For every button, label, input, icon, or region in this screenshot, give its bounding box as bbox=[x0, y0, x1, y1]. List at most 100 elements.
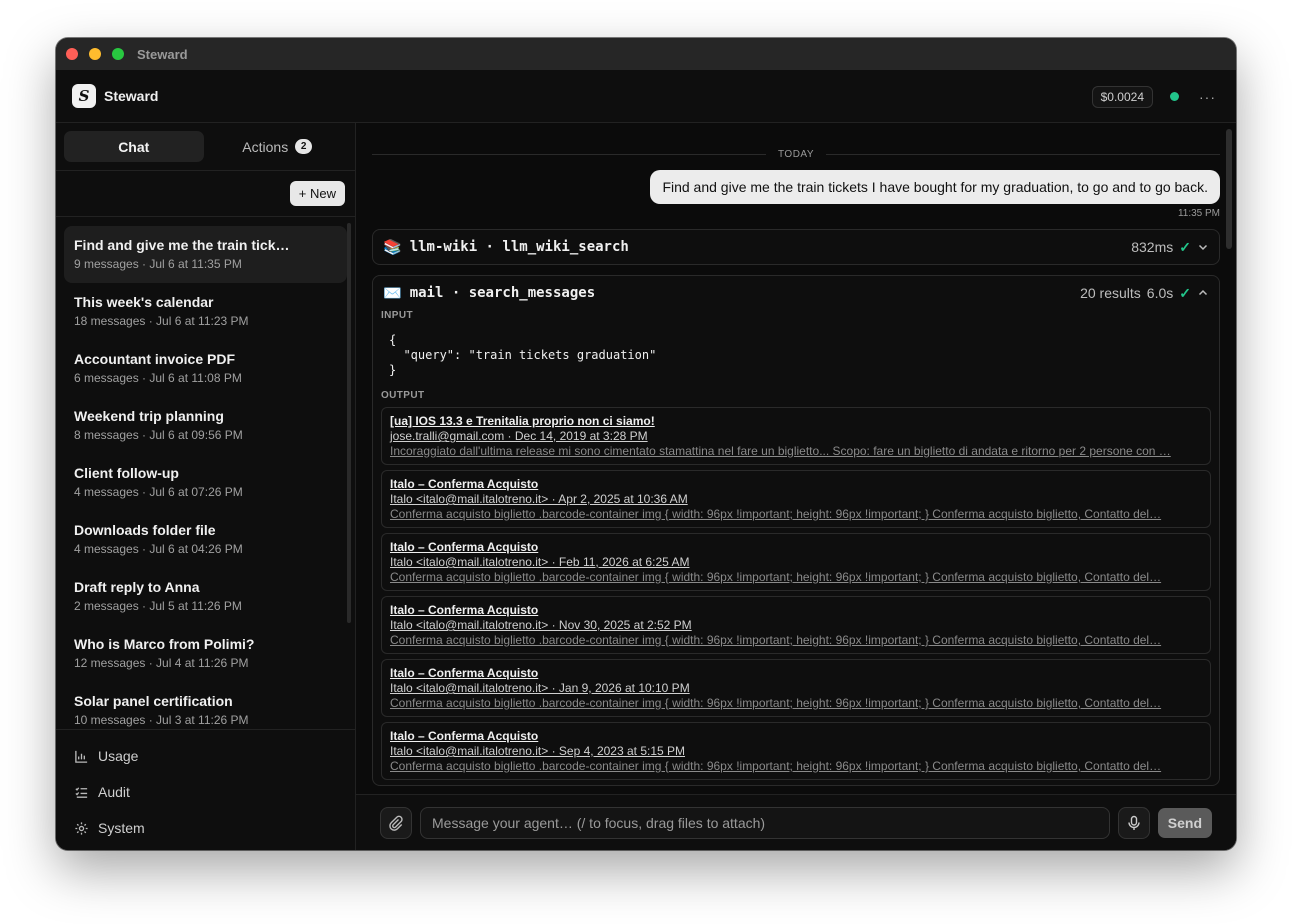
conversation-title: Weekend trip planning bbox=[74, 408, 224, 424]
app-window: Steward S Steward $0.0024 ··· Chat Actio… bbox=[56, 38, 1236, 850]
chevron-down-icon[interactable] bbox=[1197, 241, 1209, 253]
tool-call-name: mail · search_messages bbox=[409, 285, 596, 301]
conversation-item[interactable]: Client follow-up 4 messages · Jul 6 at 07… bbox=[64, 454, 347, 511]
window-title: Steward bbox=[137, 46, 188, 62]
email-result-item[interactable]: Italo – Conferma Acquisto Italo <italo@ma… bbox=[381, 596, 1211, 654]
email-result-item[interactable]: Italo – Conferma Acquisto Italo <italo@ma… bbox=[381, 722, 1211, 780]
email-meta: Italo <italo@mail.italotreno.it> · Apr 2… bbox=[390, 492, 688, 506]
sidebar-item-label: System bbox=[98, 820, 145, 836]
composer: Message your agent… (/ to focus, drag fi… bbox=[356, 794, 1236, 850]
microphone-icon bbox=[1128, 815, 1140, 830]
success-check-icon: ✓ bbox=[1179, 238, 1191, 255]
app-name: Steward bbox=[104, 88, 159, 104]
email-meta: Italo <italo@mail.italotreno.it> · Feb 1… bbox=[390, 555, 690, 569]
conversation-item[interactable]: Downloads folder file 4 messages · Jul 6 … bbox=[64, 511, 347, 568]
gear-icon bbox=[75, 821, 88, 835]
email-snippet: Incoraggiato dall'ultima release mi sono… bbox=[390, 444, 1171, 458]
sidebar-item-audit[interactable]: Audit bbox=[56, 774, 355, 810]
app-header: S Steward $0.0024 ··· bbox=[56, 70, 1236, 123]
zoom-window-button[interactable] bbox=[112, 48, 124, 60]
email-snippet: Conferma acquisto biglietto .barcode-con… bbox=[390, 759, 1162, 773]
message-timestamp: 11:35 PM bbox=[1177, 208, 1220, 219]
tab-actions[interactable]: Actions 2 bbox=[208, 131, 348, 162]
email-result-item[interactable]: Italo – Conferma Acquisto Italo <italo@ma… bbox=[381, 470, 1211, 528]
tab-actions-label: Actions bbox=[242, 138, 289, 155]
attach-button[interactable] bbox=[380, 806, 412, 839]
email-subject: Italo – Conferma Acquisto bbox=[390, 477, 539, 491]
email-result-item[interactable]: [ua] IOS 13.3 e Trenitalia proprio non c… bbox=[381, 407, 1211, 465]
envelope-icon: ✉️ bbox=[383, 284, 402, 302]
conversation-title: Draft reply to Anna bbox=[74, 579, 200, 595]
email-snippet: Conferma acquisto biglietto .barcode-con… bbox=[390, 507, 1162, 521]
conversation-item[interactable]: Accountant invoice PDF 6 messages · Jul 6… bbox=[64, 340, 347, 397]
email-subject: [ua] IOS 13.3 e Trenitalia proprio non c… bbox=[390, 414, 655, 428]
tab-chat[interactable]: Chat bbox=[64, 131, 204, 162]
tab-chat-label: Chat bbox=[118, 138, 150, 155]
sidebar: Chat Actions 2 + New Find and give me the… bbox=[56, 123, 356, 850]
email-subject: Italo – Conferma Acquisto bbox=[390, 729, 539, 743]
conversation-item[interactable]: Weekend trip planning 8 messages · Jul 6 … bbox=[64, 397, 347, 454]
conversation-meta: 10 messages · Jul 3 at 11:26 PM bbox=[74, 713, 249, 727]
conversation-meta: 18 messages · Jul 6 at 11:23 PM bbox=[74, 314, 249, 328]
input-code-block: { "query": "train tickets graduation" } bbox=[389, 333, 657, 377]
cost-badge: $0.0024 bbox=[1091, 85, 1153, 108]
chat-scrollbar[interactable] bbox=[1226, 129, 1232, 249]
sidebar-item-usage[interactable]: Usage bbox=[56, 738, 355, 774]
tool-call-duration: 6.0s bbox=[1146, 285, 1174, 301]
conversation-meta: 6 messages · Jul 6 at 11:08 PM bbox=[74, 371, 242, 385]
conversation-item[interactable]: Who is Marco from Polimi? 12 messages · J… bbox=[64, 625, 347, 682]
sidebar-item-system[interactable]: System bbox=[56, 810, 355, 846]
conversation-meta: 9 messages · Jul 6 at 11:35 PM bbox=[74, 257, 242, 271]
email-meta: Italo <italo@mail.italotreno.it> · Nov 3… bbox=[390, 618, 692, 632]
success-check-icon: ✓ bbox=[1179, 284, 1191, 301]
conversation-meta: 12 messages · Jul 4 at 11:26 PM bbox=[74, 656, 249, 670]
email-subject: Italo – Conferma Acquisto bbox=[390, 666, 539, 680]
sidebar-item-label: Usage bbox=[98, 748, 139, 764]
chevron-up-icon[interactable] bbox=[1197, 287, 1209, 299]
conversation-title: Client follow-up bbox=[74, 465, 179, 481]
conversation-meta: 2 messages · Jul 5 at 11:26 PM bbox=[74, 599, 242, 613]
email-result-item[interactable]: Italo – Conferma Acquisto Italo <italo@ma… bbox=[381, 533, 1211, 591]
conversation-item[interactable]: Find and give me the train tick… 9 messag… bbox=[64, 226, 347, 283]
more-options-icon[interactable]: ··· bbox=[1199, 89, 1216, 105]
sidebar-tabs: Chat Actions 2 bbox=[56, 123, 355, 171]
microphone-button[interactable] bbox=[1117, 806, 1150, 839]
email-snippet: Conferma acquisto biglietto .barcode-con… bbox=[390, 633, 1162, 647]
email-result-item[interactable]: Italo – Conferma Acquisto Italo <italo@ma… bbox=[381, 659, 1211, 717]
sidebar-item-label: Audit bbox=[98, 784, 130, 800]
day-separator: TODAY bbox=[372, 147, 1220, 161]
tool-call-card: ✉️ mail · search_messages 20 results 6.0… bbox=[372, 275, 1220, 786]
email-meta: jose.tralli@gmail.com · Dec 14, 2019 at … bbox=[390, 429, 648, 443]
new-chat-button[interactable]: + New bbox=[289, 181, 345, 206]
title-bar: Steward bbox=[56, 38, 1236, 70]
send-button[interactable]: Send bbox=[1157, 807, 1212, 838]
tool-call-results-count: 20 results bbox=[1080, 285, 1141, 301]
sidebar-scrollbar[interactable] bbox=[347, 223, 351, 623]
close-window-button[interactable] bbox=[66, 48, 78, 60]
tool-call-header[interactable]: ✉️ mail · search_messages 20 results 6.0… bbox=[373, 276, 1219, 310]
minimize-window-button[interactable] bbox=[89, 48, 101, 60]
tool-call-card: 📚 llm-wiki · llm_wiki_search 832ms ✓ bbox=[372, 229, 1220, 265]
tool-call-header[interactable]: 📚 llm-wiki · llm_wiki_search 832ms ✓ bbox=[373, 230, 1219, 264]
conversation-item[interactable]: This week's calendar 18 messages · Jul 6 … bbox=[64, 283, 347, 340]
tool-call-duration: 832ms bbox=[1131, 239, 1174, 255]
conversation-title: Find and give me the train tick… bbox=[74, 237, 290, 253]
paperclip-icon bbox=[389, 815, 403, 831]
app-logo-icon: S bbox=[72, 84, 96, 108]
tool-call-name: llm-wiki · llm_wiki_search bbox=[409, 239, 629, 255]
message-input[interactable]: Message your agent… (/ to focus, drag fi… bbox=[420, 806, 1110, 839]
conversation-item[interactable]: Solar panel certification 10 messages · J… bbox=[64, 682, 347, 729]
email-snippet: Conferma acquisto biglietto .barcode-con… bbox=[390, 696, 1162, 710]
email-meta: Italo <italo@mail.italotreno.it> · Sep 4… bbox=[390, 744, 686, 758]
conversation-meta: 8 messages · Jul 6 at 09:56 PM bbox=[74, 428, 243, 442]
conversation-title: Accountant invoice PDF bbox=[74, 351, 236, 367]
conversation-title: Who is Marco from Polimi? bbox=[74, 636, 255, 652]
books-icon: 📚 bbox=[383, 238, 402, 256]
status-indicator-icon bbox=[1170, 92, 1179, 101]
conversation-item[interactable]: Draft reply to Anna 2 messages · Jul 5 at… bbox=[64, 568, 347, 625]
conversation-title: Solar panel certification bbox=[74, 693, 233, 709]
output-section-label: OUTPUT bbox=[381, 390, 425, 401]
message-area: TODAY Find and give me the train tickets… bbox=[356, 123, 1236, 794]
input-section-label: INPUT bbox=[381, 310, 413, 321]
checklist-icon bbox=[75, 786, 88, 798]
